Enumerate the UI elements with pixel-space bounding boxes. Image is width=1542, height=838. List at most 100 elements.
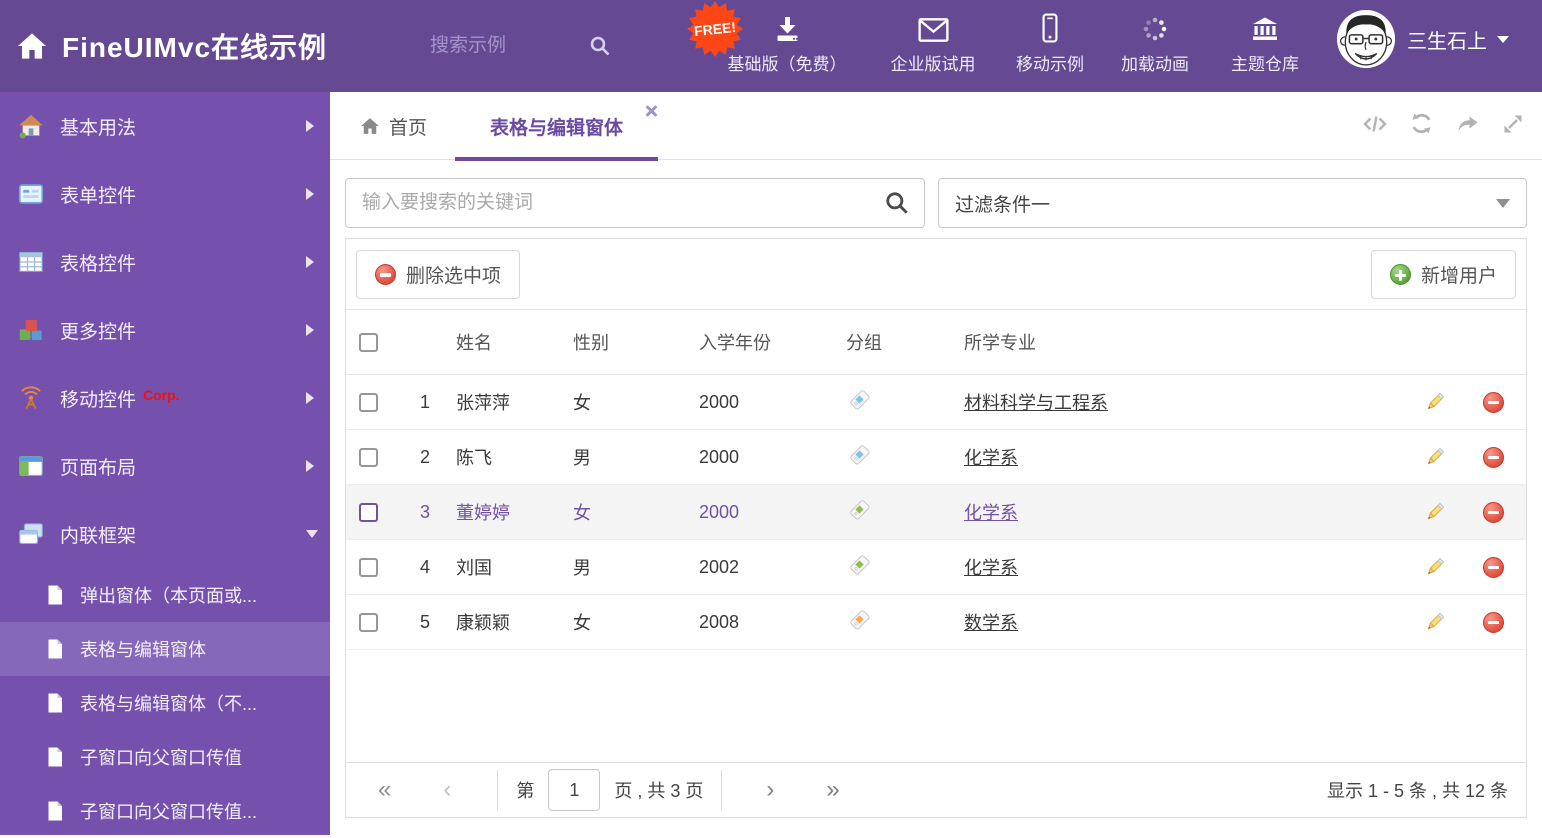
edit-icon[interactable] (1424, 501, 1446, 523)
user-menu[interactable]: 三生石上 (1337, 10, 1509, 68)
row-checkbox[interactable] (359, 612, 378, 632)
tab-home[interactable]: 首页 (360, 92, 427, 160)
header-search-input[interactable] (430, 35, 580, 57)
nav-loading-animation[interactable]: 加载动画 (1121, 13, 1189, 75)
code-icon[interactable] (1363, 113, 1387, 140)
row-checkbox[interactable] (359, 447, 378, 467)
nav-enterprise-trial[interactable]: 企业版试用 (891, 13, 976, 75)
page-number-input[interactable]: 1 (548, 769, 601, 811)
major-link[interactable]: 化学系 (964, 558, 1018, 578)
table-row[interactable]: 5 康颖颖 女 2008 数学系 (346, 595, 1526, 650)
nav-theme-store[interactable]: 主题仓库 (1231, 13, 1299, 75)
sidebar-subitem-label: 表格与编辑窗体（不... (80, 694, 258, 714)
keyword-search-input[interactable] (346, 192, 884, 214)
table-row[interactable]: 1 张萍萍 女 2000 材料科学与工程系 (346, 375, 1526, 430)
sidebar-item-label: 页面布局 (60, 457, 137, 479)
delete-button-label: 删除选中项 (406, 266, 502, 287)
sidebar: 基本用法 表单控件 表格控件 更多控件 移动控件 Corp. 页面布局 内联框架… (0, 92, 330, 835)
prev-page-button[interactable]: ‹ (443, 778, 451, 802)
last-page-button[interactable]: » (826, 778, 839, 802)
delete-row-icon[interactable] (1482, 611, 1504, 633)
table-row-selected[interactable]: 3 董婷婷 女 2000 化学系 (346, 485, 1526, 540)
major-link[interactable]: 数学系 (964, 613, 1018, 633)
chevron-down-icon (1496, 199, 1510, 215)
chevron-right-icon (306, 256, 314, 268)
sidebar-item-mobile-controls[interactable]: 移动控件 Corp. (0, 364, 330, 432)
delete-row-icon[interactable] (1482, 556, 1504, 578)
delete-row-icon[interactable] (1482, 446, 1504, 468)
tab-grid-edit-window[interactable]: 表格与编辑窗体 (455, 92, 658, 161)
edit-icon[interactable] (1424, 611, 1446, 633)
search-icon[interactable] (884, 190, 910, 216)
house-icon (18, 113, 44, 139)
major-link[interactable]: 材料科学与工程系 (964, 393, 1108, 413)
edit-icon[interactable] (1424, 446, 1446, 468)
sidebar-item-page-layout[interactable]: 页面布局 (0, 432, 330, 500)
add-user-button[interactable]: 新增用户 (1370, 250, 1516, 299)
tab-label: 表格与编辑窗体 (489, 117, 623, 139)
chevron-down-icon (1497, 35, 1509, 49)
delete-selected-button[interactable]: 删除选中项 (356, 250, 521, 299)
document-icon (44, 746, 66, 768)
row-gender: 男 (573, 448, 591, 468)
column-header-year: 入学年份 (699, 333, 771, 353)
nav-mobile-demo[interactable]: 移动示例 (1016, 13, 1084, 75)
delete-row-icon[interactable] (1482, 391, 1504, 413)
grid-table-icon (18, 249, 44, 275)
sidebar-subitem-child-to-parent[interactable]: 子窗口向父窗口传值 (0, 730, 330, 784)
chevron-right-icon (306, 120, 314, 132)
row-checkbox[interactable] (359, 557, 378, 577)
first-page-button[interactable]: « (378, 778, 391, 802)
sidebar-subitem-child-to-parent-2[interactable]: 子窗口向父窗口传值... (0, 784, 330, 838)
row-gender: 女 (573, 393, 591, 413)
row-checkbox[interactable] (359, 502, 378, 522)
page-label-suffix: 页 , 共 3 页 (614, 781, 704, 801)
document-icon (44, 638, 66, 660)
tag-icon (850, 390, 870, 410)
edit-icon[interactable] (1424, 391, 1446, 413)
nav-label: 加载动画 (1121, 55, 1189, 74)
major-link[interactable]: 化学系 (964, 503, 1018, 523)
refresh-icon[interactable] (1410, 112, 1433, 140)
delete-row-icon[interactable] (1482, 501, 1504, 523)
share-icon[interactable] (1456, 113, 1479, 140)
row-name: 康颖颖 (456, 613, 510, 633)
app-title: FineUIMvc在线示例 (62, 32, 328, 63)
column-header-major: 所学专业 (964, 333, 1036, 353)
tab-label: 首页 (389, 117, 428, 139)
row-year: 2000 (699, 501, 740, 522)
table-row[interactable]: 2 陈飞 男 2000 化学系 (346, 430, 1526, 485)
home-icon (361, 118, 379, 134)
row-index: 5 (419, 611, 430, 632)
sidebar-subitem-grid-edit-window-2[interactable]: 表格与编辑窗体（不... (0, 676, 330, 730)
sidebar-item-grid-controls[interactable]: 表格控件 (0, 228, 330, 296)
form-icon (18, 181, 44, 207)
edit-icon[interactable] (1424, 556, 1446, 578)
next-page-button[interactable]: › (766, 778, 774, 802)
search-icon[interactable] (588, 34, 612, 58)
select-all-checkbox[interactable] (359, 332, 378, 352)
table-empty-space (346, 650, 1526, 762)
row-name: 刘国 (456, 558, 492, 578)
sidebar-item-basic-usage[interactable]: 基本用法 (0, 92, 330, 160)
sidebar-subitem-popup-window[interactable]: 弹出窗体（本页面或... (0, 568, 330, 622)
active-tab-underline (455, 157, 658, 161)
filter-dropdown-value: 过滤条件一 (955, 194, 1051, 216)
close-icon[interactable] (644, 104, 658, 118)
sidebar-item-iframe[interactable]: 内联框架 (0, 500, 330, 568)
major-link[interactable]: 化学系 (964, 448, 1018, 468)
filter-dropdown[interactable]: 过滤条件一 (938, 178, 1527, 228)
minus-circle-icon (375, 264, 396, 285)
nav-basic-edition[interactable]: 基础版（免费） (728, 13, 847, 75)
sidebar-subitem-grid-edit-window[interactable]: 表格与编辑窗体 (0, 622, 330, 676)
fullscreen-icon[interactable] (1502, 113, 1524, 140)
sidebar-item-form-controls[interactable]: 表单控件 (0, 160, 330, 228)
sidebar-item-more-controls[interactable]: 更多控件 (0, 296, 330, 364)
top-header: FineUIMvc在线示例 FREE! 基础版（免费） 企业版试用 移动示例 加… (0, 0, 1542, 92)
home-icon[interactable] (16, 30, 48, 67)
divider (497, 770, 499, 810)
frames-icon (18, 521, 44, 547)
table-row[interactable]: 4 刘国 男 2002 化学系 (346, 540, 1526, 595)
cubes-icon (18, 317, 44, 343)
row-checkbox[interactable] (359, 392, 378, 412)
